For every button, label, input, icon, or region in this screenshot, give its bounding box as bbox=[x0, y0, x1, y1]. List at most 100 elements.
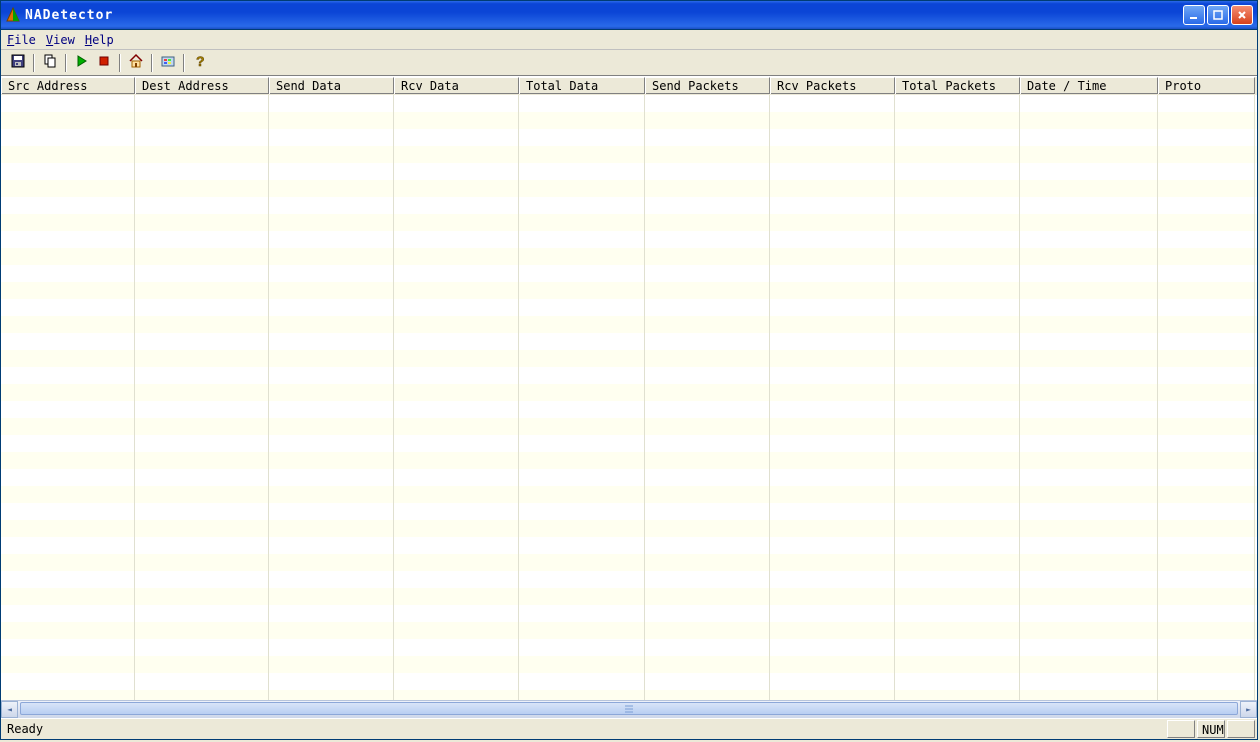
table-row[interactable] bbox=[1, 129, 1257, 146]
table-cell bbox=[135, 384, 269, 401]
table-cell bbox=[770, 316, 895, 333]
table-row[interactable] bbox=[1, 503, 1257, 520]
menubar: File View Help bbox=[1, 30, 1257, 50]
maximize-button[interactable] bbox=[1207, 5, 1229, 25]
home-button[interactable] bbox=[125, 52, 147, 74]
table-row[interactable] bbox=[1, 588, 1257, 605]
about-button[interactable]: ? bbox=[189, 52, 211, 74]
column-header-proto[interactable]: Proto bbox=[1158, 77, 1255, 94]
scroll-left-button[interactable]: ◄ bbox=[1, 701, 18, 718]
column-header-rcv-packets[interactable]: Rcv Packets bbox=[770, 77, 895, 94]
table-cell bbox=[269, 520, 394, 537]
table-row[interactable] bbox=[1, 690, 1257, 700]
table-cell bbox=[269, 588, 394, 605]
table-cell bbox=[645, 690, 770, 700]
titlebar[interactable]: NADetector bbox=[1, 1, 1257, 30]
table-row[interactable] bbox=[1, 537, 1257, 554]
table-cell bbox=[519, 418, 645, 435]
table-row[interactable] bbox=[1, 418, 1257, 435]
minimize-button[interactable] bbox=[1183, 5, 1205, 25]
toolbar-separator bbox=[151, 54, 153, 72]
table-row[interactable] bbox=[1, 452, 1257, 469]
table-row[interactable] bbox=[1, 214, 1257, 231]
table-row[interactable] bbox=[1, 333, 1257, 350]
menu-help[interactable]: Help bbox=[85, 33, 114, 47]
column-header-date-time[interactable]: Date / Time bbox=[1020, 77, 1158, 94]
table-cell bbox=[269, 435, 394, 452]
column-header-dest-address[interactable]: Dest Address bbox=[135, 77, 269, 94]
table-cell bbox=[645, 214, 770, 231]
table-cell bbox=[895, 350, 1020, 367]
close-button[interactable] bbox=[1231, 5, 1253, 25]
table-cell bbox=[645, 146, 770, 163]
table-cell bbox=[394, 333, 519, 350]
table-cell bbox=[269, 418, 394, 435]
table-row[interactable] bbox=[1, 299, 1257, 316]
table-cell bbox=[135, 95, 269, 112]
scroll-track[interactable] bbox=[18, 701, 1240, 718]
column-header-send-packets[interactable]: Send Packets bbox=[645, 77, 770, 94]
table-row[interactable] bbox=[1, 554, 1257, 571]
table-cell bbox=[1020, 401, 1158, 418]
stop-button[interactable] bbox=[93, 52, 115, 74]
column-header-total-packets[interactable]: Total Packets bbox=[895, 77, 1020, 94]
table-row[interactable] bbox=[1, 622, 1257, 639]
save-icon bbox=[10, 53, 26, 72]
table-cell bbox=[1, 146, 135, 163]
table-cell bbox=[1158, 231, 1255, 248]
table-row[interactable] bbox=[1, 673, 1257, 690]
horizontal-scrollbar[interactable]: ◄ ► bbox=[1, 700, 1257, 718]
table-row[interactable] bbox=[1, 656, 1257, 673]
table-cell bbox=[394, 622, 519, 639]
table-row[interactable] bbox=[1, 163, 1257, 180]
table-row[interactable] bbox=[1, 367, 1257, 384]
table-row[interactable] bbox=[1, 180, 1257, 197]
table-cell bbox=[645, 384, 770, 401]
copy-button[interactable] bbox=[39, 52, 61, 74]
table-row[interactable] bbox=[1, 248, 1257, 265]
list-view[interactable]: Src AddressDest AddressSend DataRcv Data… bbox=[1, 76, 1257, 700]
table-row[interactable] bbox=[1, 401, 1257, 418]
table-row[interactable] bbox=[1, 639, 1257, 656]
table-cell bbox=[135, 265, 269, 282]
table-cell bbox=[135, 537, 269, 554]
column-header-send-data[interactable]: Send Data bbox=[269, 77, 394, 94]
table-row[interactable] bbox=[1, 282, 1257, 299]
table-cell bbox=[394, 316, 519, 333]
table-cell bbox=[1, 503, 135, 520]
table-row[interactable] bbox=[1, 384, 1257, 401]
column-header-total-data[interactable]: Total Data bbox=[519, 77, 645, 94]
column-header-rcv-data[interactable]: Rcv Data bbox=[394, 77, 519, 94]
table-cell bbox=[394, 163, 519, 180]
table-row[interactable] bbox=[1, 265, 1257, 282]
menu-view[interactable]: View bbox=[46, 33, 75, 47]
table-row[interactable] bbox=[1, 316, 1257, 333]
table-row[interactable] bbox=[1, 469, 1257, 486]
table-cell bbox=[394, 248, 519, 265]
table-row[interactable] bbox=[1, 231, 1257, 248]
options-button[interactable] bbox=[157, 52, 179, 74]
save-button[interactable] bbox=[7, 52, 29, 74]
scroll-thumb[interactable] bbox=[20, 702, 1238, 715]
table-row[interactable] bbox=[1, 350, 1257, 367]
table-row[interactable] bbox=[1, 486, 1257, 503]
table-row[interactable] bbox=[1, 435, 1257, 452]
start-button[interactable] bbox=[71, 52, 93, 74]
table-row[interactable] bbox=[1, 95, 1257, 112]
table-cell bbox=[770, 146, 895, 163]
table-row[interactable] bbox=[1, 571, 1257, 588]
table-row[interactable] bbox=[1, 146, 1257, 163]
table-cell bbox=[1, 248, 135, 265]
table-row[interactable] bbox=[1, 112, 1257, 129]
table-row[interactable] bbox=[1, 605, 1257, 622]
table-cell bbox=[1158, 435, 1255, 452]
menu-file[interactable]: File bbox=[7, 33, 36, 47]
column-header-src-address[interactable]: Src Address bbox=[1, 77, 135, 94]
table-row[interactable] bbox=[1, 197, 1257, 214]
table-cell bbox=[269, 282, 394, 299]
table-cell bbox=[135, 214, 269, 231]
table-row[interactable] bbox=[1, 520, 1257, 537]
scroll-right-button[interactable]: ► bbox=[1240, 701, 1257, 718]
table-cell bbox=[1158, 571, 1255, 588]
table-cell bbox=[645, 486, 770, 503]
